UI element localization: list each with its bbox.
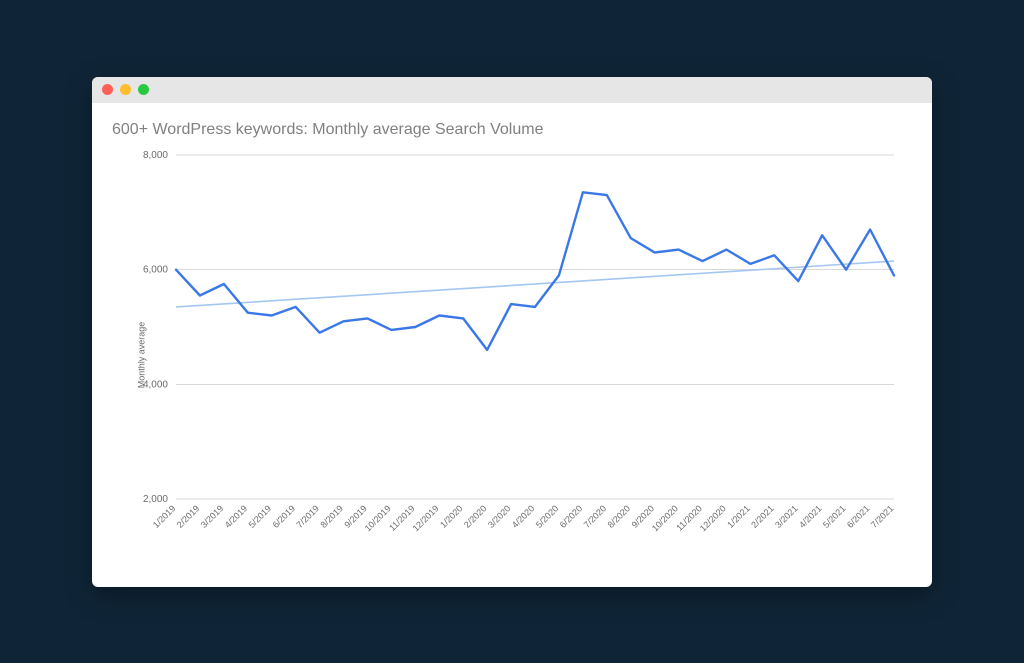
x-tick-label: 2/2020 <box>462 503 489 530</box>
chart-title: 600+ WordPress keywords: Monthly average… <box>112 121 914 139</box>
x-tick-label: 5/2020 <box>534 503 561 530</box>
content-area: 600+ WordPress keywords: Monthly average… <box>92 103 932 587</box>
x-tick-label: 2/2021 <box>749 503 776 530</box>
x-tick-label: 1/2020 <box>438 503 465 530</box>
x-tick-label: 6/2020 <box>558 503 585 530</box>
x-tick-label: 4/2021 <box>797 503 824 530</box>
x-tick-label: 2/2019 <box>175 503 202 530</box>
x-tick-label: 12/2020 <box>698 503 728 533</box>
maximize-icon[interactable] <box>138 84 149 95</box>
x-tick-label: 4/2020 <box>510 503 537 530</box>
x-tick-label: 3/2021 <box>773 503 800 530</box>
x-tick-label: 4/2019 <box>223 503 250 530</box>
x-tick-label: 6/2019 <box>271 503 298 530</box>
x-tick-label: 3/2019 <box>199 503 226 530</box>
x-tick-label: 1/2021 <box>725 503 752 530</box>
y-axis-label: Monthly average <box>136 321 146 388</box>
browser-window: 600+ WordPress keywords: Monthly average… <box>92 77 932 587</box>
y-tick-label: 4,000 <box>143 379 168 390</box>
x-tick-label: 6/2021 <box>845 503 872 530</box>
x-tick-label: 12/2019 <box>411 503 441 533</box>
x-tick-label: 3/2020 <box>486 503 513 530</box>
x-tick-label: 8/2019 <box>318 503 345 530</box>
x-tick-label: 5/2021 <box>821 503 848 530</box>
x-tick-label: 7/2021 <box>869 503 896 530</box>
chart-svg: 2,0004,0006,0008,0001/20192/20193/20194/… <box>110 145 910 565</box>
titlebar <box>92 77 932 103</box>
series-line <box>176 192 894 350</box>
y-tick-label: 8,000 <box>143 150 168 161</box>
x-tick-label: 8/2020 <box>606 503 633 530</box>
minimize-icon[interactable] <box>120 84 131 95</box>
x-tick-label: 7/2019 <box>294 503 321 530</box>
x-tick-label: 7/2020 <box>582 503 609 530</box>
x-tick-label: 10/2020 <box>650 503 680 533</box>
y-tick-label: 2,000 <box>143 494 168 505</box>
y-tick-label: 6,000 <box>143 264 168 275</box>
x-tick-label: 5/2019 <box>247 503 274 530</box>
x-tick-label: 1/2019 <box>151 503 178 530</box>
close-icon[interactable] <box>102 84 113 95</box>
chart: Monthly average 2,000 4,000 6,000 8,000 1/20… <box>110 145 914 565</box>
x-tick-label: 10/2019 <box>363 503 393 533</box>
